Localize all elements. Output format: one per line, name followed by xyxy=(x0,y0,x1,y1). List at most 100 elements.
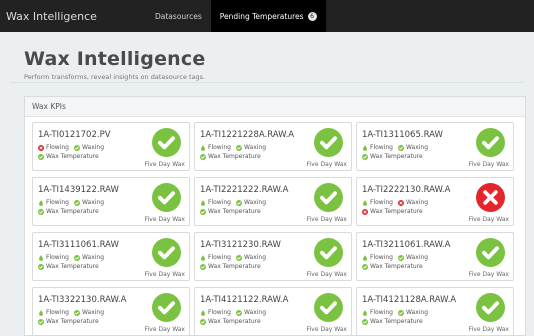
flowing-status: Flowing xyxy=(362,144,393,151)
wax-temperature-status: Wax Temperature xyxy=(362,263,423,270)
kpi-card[interactable]: 1A-TI0121702.PV Flowing Waxing Wax Temperat… xyxy=(32,122,190,171)
pending-count-badge: 6 xyxy=(307,11,317,21)
flowing-label: Flowing xyxy=(46,144,69,151)
waxing-label: Waxing xyxy=(81,144,105,151)
flowing-status: Flowing xyxy=(200,144,231,151)
wax-temperature-status: Wax Temperature xyxy=(362,208,423,215)
nav-datasources-label: Datasources xyxy=(155,11,202,21)
flowing-drop-icon xyxy=(38,309,44,316)
five-day-wax-check-icon xyxy=(314,183,343,212)
main-nav: Datasources Pending Temperatures 6 xyxy=(146,0,326,32)
kpi-card[interactable]: 1A-TI3211061.RAW.A Flowing Waxing Wax Tempe… xyxy=(356,232,514,281)
brand-title[interactable]: Wax Intelligence xyxy=(0,10,146,23)
check-circle-icon xyxy=(397,254,404,261)
waxing-status: Waxing xyxy=(397,199,429,206)
header-divider xyxy=(10,82,524,83)
check-circle-icon xyxy=(38,208,44,215)
flowing-drop-icon xyxy=(200,254,206,261)
panel-header: Wax KPIs xyxy=(25,97,525,117)
status-row: Flowing Waxing xyxy=(362,309,428,316)
flowing-status: Flowing xyxy=(362,309,393,316)
wax-temperature-label: Wax Temperature xyxy=(208,208,261,215)
status-row: Flowing Waxing xyxy=(38,144,104,151)
wax-kpis-panel: Wax KPIs 1A-TI0121702.PV Flowing Waxing Wax… xyxy=(24,96,526,336)
nav-pending-temperatures[interactable]: Pending Temperatures 6 xyxy=(210,0,326,32)
kpi-card[interactable]: 1A-TI4121128A.RAW.A Flowing Waxing Wax Temp… xyxy=(356,287,514,336)
kpi-card[interactable]: 1A-TI1439122.RAW Flowing Waxing Wax Tempera… xyxy=(32,177,190,226)
flowing-label: Flowing xyxy=(208,199,231,206)
nav-datasources[interactable]: Datasources xyxy=(146,0,211,32)
flowing-drop-icon xyxy=(362,254,368,261)
flowing-label: Flowing xyxy=(208,144,231,151)
flowing-drop-icon xyxy=(38,199,44,206)
flowing-label: Flowing xyxy=(46,309,69,316)
flowing-label: Flowing xyxy=(370,199,393,206)
flowing-drop-icon xyxy=(200,309,206,316)
check-circle-icon xyxy=(235,309,242,316)
kpi-card[interactable]: 1A-TI1221228A.RAW.A Flowing Waxing Wax Temp… xyxy=(194,122,352,171)
kpi-card[interactable]: 1A-TI4121122.RAW.A Flowing Waxing Wax Tempe… xyxy=(194,287,352,336)
five-day-wax-label: Five Day Wax xyxy=(144,161,185,168)
five-day-wax-label: Five Day Wax xyxy=(468,161,509,168)
five-day-wax-label: Five Day Wax xyxy=(306,271,347,278)
kpi-card[interactable]: 1A-TI2221222.RAW.A Flowing Waxing Wax Tempe… xyxy=(194,177,352,226)
flowing-drop-icon xyxy=(362,144,368,151)
wax-temperature-status: Wax Temperature xyxy=(38,208,99,215)
status-row: Flowing Waxing xyxy=(200,199,266,206)
kpi-card[interactable]: 1A-TI3111061.RAW Flowing Waxing Wax Tempera… xyxy=(32,232,190,281)
five-day-wax-error-icon xyxy=(476,183,505,212)
check-circle-icon xyxy=(235,199,242,206)
kpi-card[interactable]: 1A-TI3121230.RAW Flowing Waxing Wax Tempera… xyxy=(194,232,352,281)
waxing-label: Waxing xyxy=(243,199,267,206)
wax-temperature-status: Wax Temperature xyxy=(38,263,99,270)
flowing-status: Flowing xyxy=(362,199,393,206)
waxing-label: Waxing xyxy=(405,199,429,206)
check-circle-icon xyxy=(397,309,404,316)
check-circle-icon xyxy=(73,199,80,206)
five-day-wax-check-icon xyxy=(152,238,181,267)
status-row: Flowing Waxing xyxy=(362,199,428,206)
wax-temperature-label: Wax Temperature xyxy=(46,208,99,215)
flowing-status: Flowing xyxy=(200,309,231,316)
tag-name: 1A-TI3111061.RAW xyxy=(38,240,119,250)
nav-pending-temperatures-label: Pending Temperatures xyxy=(219,11,304,21)
error-circle-icon xyxy=(38,144,44,151)
waxing-status: Waxing xyxy=(235,199,267,206)
wax-temperature-label: Wax Temperature xyxy=(370,208,423,215)
tag-name: 1A-TI4121122.RAW.A xyxy=(200,295,289,305)
check-circle-icon xyxy=(38,318,44,325)
flowing-status: Flowing xyxy=(38,254,69,261)
top-navbar: Wax Intelligence Datasources Pending Tem… xyxy=(0,0,534,32)
waxing-status: Waxing xyxy=(73,199,104,206)
waxing-status: Waxing xyxy=(235,254,266,261)
kpi-card[interactable]: 1A-TI3322130.RAW.A Flowing Waxing Wax Tempe… xyxy=(32,287,190,336)
waxing-status: Waxing xyxy=(397,309,428,316)
five-day-wax-check-icon xyxy=(476,238,505,267)
wax-temperature-label: Wax Temperature xyxy=(370,263,423,270)
status-row: Flowing Waxing xyxy=(362,144,428,151)
check-circle-icon xyxy=(73,254,80,261)
five-day-wax-check-icon xyxy=(152,183,181,212)
five-day-wax-label: Five Day Wax xyxy=(306,216,347,223)
check-circle-icon xyxy=(200,318,206,325)
wax-temperature-status: Wax Temperature xyxy=(200,318,261,325)
five-day-wax-check-icon xyxy=(476,128,505,157)
wax-temperature-label: Wax Temperature xyxy=(46,318,99,325)
flowing-label: Flowing xyxy=(370,254,393,261)
wax-temperature-label: Wax Temperature xyxy=(46,153,99,160)
five-day-wax-label: Five Day Wax xyxy=(468,216,509,223)
wax-temperature-status: Wax Temperature xyxy=(362,153,423,160)
waxing-label: Waxing xyxy=(81,254,105,261)
check-circle-icon xyxy=(235,254,242,261)
page-header: Wax Intelligence Perform transforms, rev… xyxy=(24,48,205,81)
five-day-wax-label: Five Day Wax xyxy=(144,271,185,278)
status-row: Flowing Waxing xyxy=(200,144,266,151)
wax-temperature-status: Wax Temperature xyxy=(200,153,261,160)
wax-temperature-label: Wax Temperature xyxy=(208,153,261,160)
kpi-card[interactable]: 1A-TI2222130.RAW.A Flowing Waxing Wax Tempe… xyxy=(356,177,514,226)
wax-temperature-label: Wax Temperature xyxy=(370,318,423,325)
kpi-card[interactable]: 1A-TI1311065.RAW Flowing Waxing Wax Tempera… xyxy=(356,122,514,171)
status-row: Flowing Waxing xyxy=(38,199,104,206)
waxing-status: Waxing xyxy=(235,309,266,316)
wax-temperature-label: Wax Temperature xyxy=(370,153,423,160)
